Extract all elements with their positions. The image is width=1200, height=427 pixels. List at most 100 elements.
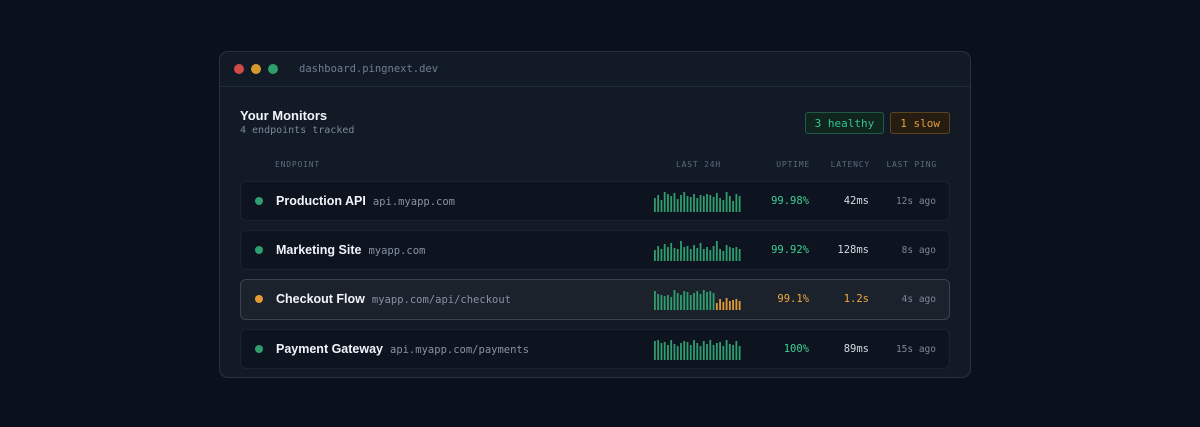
sparkline-bar — [676, 293, 679, 310]
monitor-host: myapp.com/api/checkout — [371, 294, 511, 306]
sparkline-bar — [728, 344, 731, 360]
monitor-row-payment-gateway[interactable]: Payment Gateway api.myapp.com/payments 10… — [240, 329, 950, 369]
sparkline-bar — [709, 250, 712, 261]
sparkline-bar — [683, 247, 686, 261]
sparkline-bar — [735, 299, 738, 310]
sparkline-bar — [673, 193, 676, 212]
sparkline-bar — [735, 194, 738, 212]
monitor-row-checkout-flow[interactable]: Checkout Flow myapp.com/api/checkout 99.1… — [240, 279, 950, 320]
endpoints-count: 4 endpoints tracked — [240, 125, 355, 136]
sparkline-bar — [670, 340, 673, 360]
status-indicator-icon — [255, 345, 263, 353]
sparkline-bar — [732, 201, 735, 212]
monitor-host: api.myapp.com — [372, 196, 456, 208]
sparkline-bar — [680, 295, 682, 310]
sparkline-bar — [696, 198, 699, 212]
sparkline-bar — [657, 294, 660, 310]
column-latency: LATENCY — [830, 160, 870, 169]
sparkline-bar — [689, 345, 692, 360]
monitor-list: Production API api.myapp.com 99.98% 42ms … — [240, 181, 950, 369]
sparkline-bar — [712, 246, 715, 261]
uptime-value: 99.1% — [777, 293, 809, 305]
sparkline-bar — [702, 341, 705, 360]
sparkline-bar — [709, 291, 712, 310]
sparkline-bar — [699, 195, 702, 212]
sparkline-bar — [654, 198, 656, 212]
sparkline-bar — [696, 291, 699, 310]
sparkline-bar — [676, 249, 679, 261]
sparkline-bar — [673, 248, 676, 261]
sparkline-bar — [689, 197, 692, 212]
monitors-panel: Your Monitors 4 endpoints tracked 3 heal… — [220, 87, 970, 369]
sparkline-bar — [673, 290, 676, 310]
uptime-value: 100% — [783, 343, 809, 355]
slow-badge[interactable]: 1 slow — [890, 112, 950, 134]
sparkline-bar — [738, 301, 741, 310]
minimize-window-button[interactable] — [251, 64, 261, 74]
sparkline-bar — [660, 295, 663, 310]
sparkline-bar — [696, 343, 699, 360]
monitors-header: Your Monitors 4 endpoints tracked 3 heal… — [240, 87, 950, 149]
sparkline-bar — [712, 197, 715, 212]
sparkline-bar — [676, 346, 679, 360]
sparkline-bar — [725, 192, 728, 212]
sparkline-bar — [722, 346, 725, 360]
table-header: ENDPOINT LAST 24H UPTIME LATENCY LAST PI… — [240, 149, 950, 181]
sparkline-bar — [693, 194, 695, 212]
sparkline-bar — [702, 290, 705, 310]
sparkline-bar — [712, 345, 715, 360]
sparkline-bar — [663, 296, 666, 310]
sparkline-bar — [715, 193, 718, 212]
monitor-row-production-api[interactable]: Production API api.myapp.com 99.98% 42ms … — [240, 181, 950, 221]
dashboard-window: dashboard.pingnext.dev Your Monitors 4 e… — [219, 51, 971, 378]
uptime-sparkline — [654, 290, 741, 310]
sparkline-bar — [686, 342, 689, 360]
uptime-value: 99.92% — [771, 244, 809, 256]
monitor-host: myapp.com — [368, 245, 426, 257]
last-ping-value: 4s ago — [901, 294, 936, 305]
sparkline-bar — [657, 195, 660, 212]
sparkline-bar — [676, 199, 679, 212]
sparkline-bar — [706, 194, 708, 212]
monitor-name: Checkout Flow — [276, 292, 365, 306]
sparkline-bar — [663, 244, 666, 261]
sparkline-bar — [712, 293, 715, 310]
sparkline-bar — [670, 297, 673, 310]
sparkline-bar — [686, 292, 689, 310]
sparkline-bar — [693, 293, 695, 310]
maximize-window-button[interactable] — [268, 64, 278, 74]
column-last-ping: LAST PING — [886, 160, 937, 169]
page-title: Your Monitors — [240, 108, 328, 123]
uptime-sparkline — [654, 241, 741, 261]
latency-value: 89ms — [843, 343, 869, 355]
close-window-button[interactable] — [234, 64, 244, 74]
sparkline-bar — [673, 344, 676, 360]
status-indicator-icon — [255, 197, 263, 205]
sparkline-bar — [719, 249, 721, 261]
column-endpoint: ENDPOINT — [275, 160, 320, 169]
sparkline-bar — [699, 346, 702, 360]
sparkline-bar — [722, 200, 725, 212]
sparkline-bar — [667, 345, 669, 360]
sparkline-bar — [660, 249, 663, 261]
sparkline-bar — [738, 249, 741, 261]
sparkline-bar — [706, 247, 708, 261]
sparkline-bar — [660, 343, 663, 360]
sparkline-bar — [680, 241, 682, 261]
sparkline-bar — [693, 340, 695, 360]
last-ping-value: 15s ago — [895, 344, 936, 355]
uptime-value: 99.98% — [771, 195, 809, 207]
monitor-row-marketing-site[interactable]: Marketing Site myapp.com 99.92% 128ms 8s … — [240, 230, 950, 270]
sparkline-bar — [699, 243, 702, 261]
sparkline-bar — [663, 192, 666, 212]
sparkline-bar — [683, 291, 686, 310]
sparkline-bar — [715, 303, 718, 310]
sparkline-bar — [715, 343, 718, 360]
sparkline-bar — [735, 247, 738, 261]
sparkline-bar — [738, 196, 741, 212]
sparkline-bar — [663, 342, 666, 360]
healthy-badge[interactable]: 3 healthy — [804, 112, 885, 134]
sparkline-bar — [654, 291, 656, 310]
sparkline-bar — [657, 246, 660, 261]
monitor-name: Payment Gateway — [276, 342, 383, 356]
